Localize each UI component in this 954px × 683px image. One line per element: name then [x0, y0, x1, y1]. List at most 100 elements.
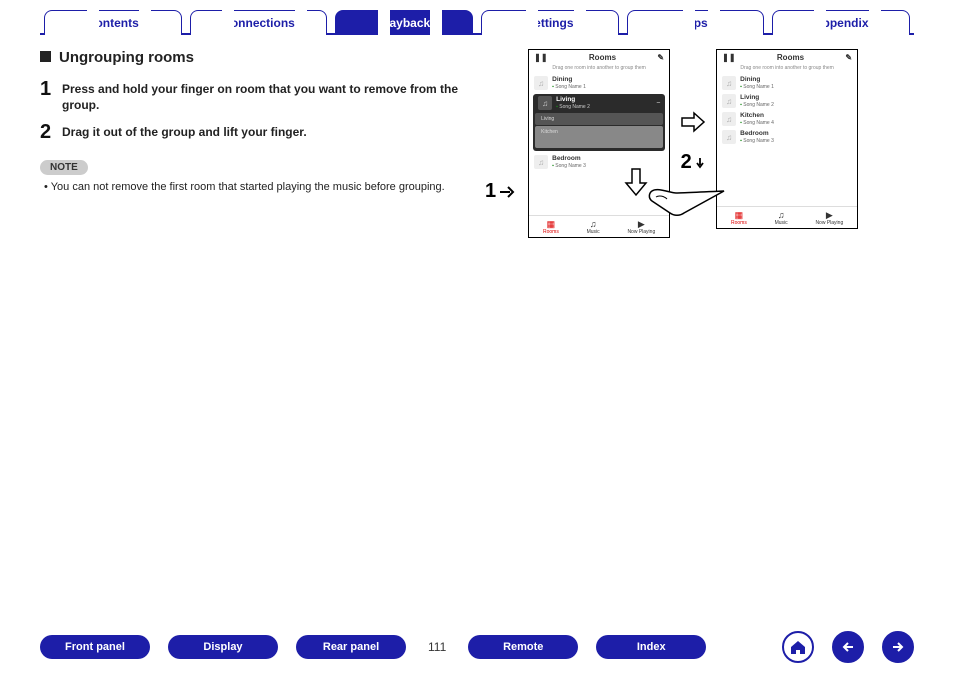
- room-song: Song Name 2: [556, 104, 590, 110]
- room-name: Living: [740, 94, 774, 102]
- callout-2: 2: [681, 151, 706, 174]
- phone-title: Rooms: [589, 53, 616, 62]
- between-phones: 2: [680, 109, 706, 174]
- phone-before: ❚❚ Rooms ✎ Drag one room into another to…: [528, 49, 670, 238]
- room-kitchen: ♫ KitchenSong Name 4: [717, 110, 857, 128]
- heading-text: Ungrouping rooms: [59, 49, 194, 66]
- step-text: Drag it out of the group and lift your f…: [62, 121, 307, 140]
- arrow-down-icon: [694, 157, 706, 169]
- bottom-nav: Front panel Display Rear panel 111 Remot…: [40, 631, 914, 663]
- prev-page-button[interactable]: [832, 631, 864, 663]
- section-heading: Ungrouping rooms: [40, 49, 485, 66]
- room-bedroom: ♫ BedroomSong Name 3: [529, 153, 669, 171]
- note-text: You can not remove the first room that s…: [44, 181, 485, 193]
- tab-appendix[interactable]: Appendix: [772, 10, 910, 35]
- tab-settings[interactable]: Settings: [481, 10, 619, 35]
- music-note-icon: ♫: [722, 112, 736, 126]
- phone-header: ❚❚ Rooms ✎: [717, 50, 857, 65]
- phone-header: ❚❚ Rooms ✎: [529, 50, 669, 65]
- room-dining: ♫ DiningSong Name 1: [717, 74, 857, 92]
- room-name: Kitchen: [740, 112, 774, 120]
- arrow-left-icon: [841, 640, 855, 654]
- phone-bottom-tabs: ▦Rooms ♫Music ▶Now Playing: [717, 206, 857, 228]
- room-song: Song Name 1: [740, 84, 774, 90]
- minus-icon: –: [657, 100, 660, 106]
- rooms-icon: ▦: [543, 220, 559, 229]
- step-number: 1: [40, 78, 62, 101]
- room-song: Song Name 3: [552, 163, 586, 169]
- phone-screen-before: ❚❚ Rooms ✎ Drag one room into another to…: [528, 49, 670, 238]
- home-button[interactable]: [782, 631, 814, 663]
- ptab-music: ♫Music: [587, 220, 600, 235]
- music-note-icon: ♫: [722, 130, 736, 144]
- nav-front-panel[interactable]: Front panel: [40, 635, 150, 659]
- music-note-icon: ♫: [534, 155, 548, 169]
- ptab-now: ▶Now Playing: [815, 211, 843, 226]
- play-icon: ▶: [627, 220, 655, 229]
- room-song: Song Name 3: [740, 138, 774, 144]
- music-note-icon: ♫: [538, 96, 552, 110]
- ptab-music: ♫Music: [775, 211, 788, 226]
- room-song: Song Name 1: [552, 84, 586, 90]
- phone-hint: Drag one room into another to group them: [717, 65, 857, 74]
- nav-remote[interactable]: Remote: [468, 635, 578, 659]
- subroom-kitchen-drag: Kitchen: [535, 126, 663, 148]
- manual-page: Contents Connections Playback Settings T…: [0, 10, 954, 683]
- music-icon: ♫: [775, 211, 788, 220]
- tab-connections[interactable]: Connections: [190, 10, 328, 35]
- subroom-label: Kitchen: [541, 129, 558, 135]
- square-bullet-icon: [40, 51, 51, 62]
- room-name: Bedroom: [552, 155, 586, 163]
- room-name: Bedroom: [740, 130, 774, 138]
- arrow-right-icon: [891, 640, 905, 654]
- ptab-rooms: ▦Rooms: [543, 220, 559, 235]
- music-note-icon: ♫: [722, 94, 736, 108]
- music-icon: ♫: [587, 220, 600, 229]
- phone-title: Rooms: [777, 53, 804, 62]
- room-song: Song Name 4: [740, 120, 774, 126]
- content-row: Ungrouping rooms 1 Press and hold your f…: [40, 49, 914, 238]
- subroom-living: Living: [535, 113, 663, 125]
- tab-playback[interactable]: Playback: [335, 10, 473, 35]
- illustration-column: 1 ❚❚ Rooms ✎ Drag one room into another …: [485, 49, 914, 238]
- step-number: 2: [40, 121, 62, 144]
- drag-down-arrow-icon: [624, 167, 648, 197]
- note-badge: NOTE: [40, 160, 88, 175]
- phone-screen-after: ❚❚ Rooms ✎ Drag one room into another to…: [716, 49, 858, 229]
- tab-contents[interactable]: Contents: [44, 10, 182, 35]
- play-icon: ▶: [815, 211, 843, 220]
- room-dining: ♫ DiningSong Name 1: [529, 74, 669, 92]
- room-bedroom: ♫ BedroomSong Name 3: [717, 128, 857, 146]
- pause-icon: ❚❚: [534, 53, 547, 62]
- home-icon: [789, 638, 807, 656]
- step-1: 1 Press and hold your finger on room tha…: [40, 78, 485, 113]
- room-name: Living: [556, 96, 590, 104]
- step-2: 2 Drag it out of the group and lift your…: [40, 121, 485, 144]
- room-living: ♫ LivingSong Name 2: [717, 92, 857, 110]
- step-text: Press and hold your finger on room that …: [62, 78, 485, 113]
- room-living: ♫ LivingSong Name 2 –: [533, 94, 665, 112]
- room-name: Dining: [740, 76, 774, 84]
- callout-1-text: 1: [485, 180, 496, 203]
- pause-icon: ❚❚: [722, 53, 735, 62]
- phone-hint: Drag one room into another to group them: [529, 65, 669, 74]
- page-number: 111: [424, 640, 450, 654]
- arrow-right-icon: [498, 182, 518, 202]
- rooms-icon: ▦: [731, 211, 747, 220]
- edit-icon: ✎: [657, 53, 664, 62]
- callout-1: 1: [485, 180, 518, 203]
- next-page-button[interactable]: [882, 631, 914, 663]
- room-name: Dining: [552, 76, 586, 84]
- room-group: ♫ LivingSong Name 2 – Living Kitchen: [533, 94, 665, 151]
- tab-tips[interactable]: Tips: [627, 10, 765, 35]
- music-note-icon: ♫: [722, 76, 736, 90]
- nav-index[interactable]: Index: [596, 635, 706, 659]
- nav-display[interactable]: Display: [168, 635, 278, 659]
- music-note-icon: ♫: [534, 76, 548, 90]
- nav-rear-panel[interactable]: Rear panel: [296, 635, 406, 659]
- ptab-now: ▶Now Playing: [627, 220, 655, 235]
- room-song: Song Name 2: [740, 102, 774, 108]
- callout-2-text: 2: [681, 151, 692, 174]
- edit-icon: ✎: [845, 53, 852, 62]
- text-column: Ungrouping rooms 1 Press and hold your f…: [40, 49, 485, 238]
